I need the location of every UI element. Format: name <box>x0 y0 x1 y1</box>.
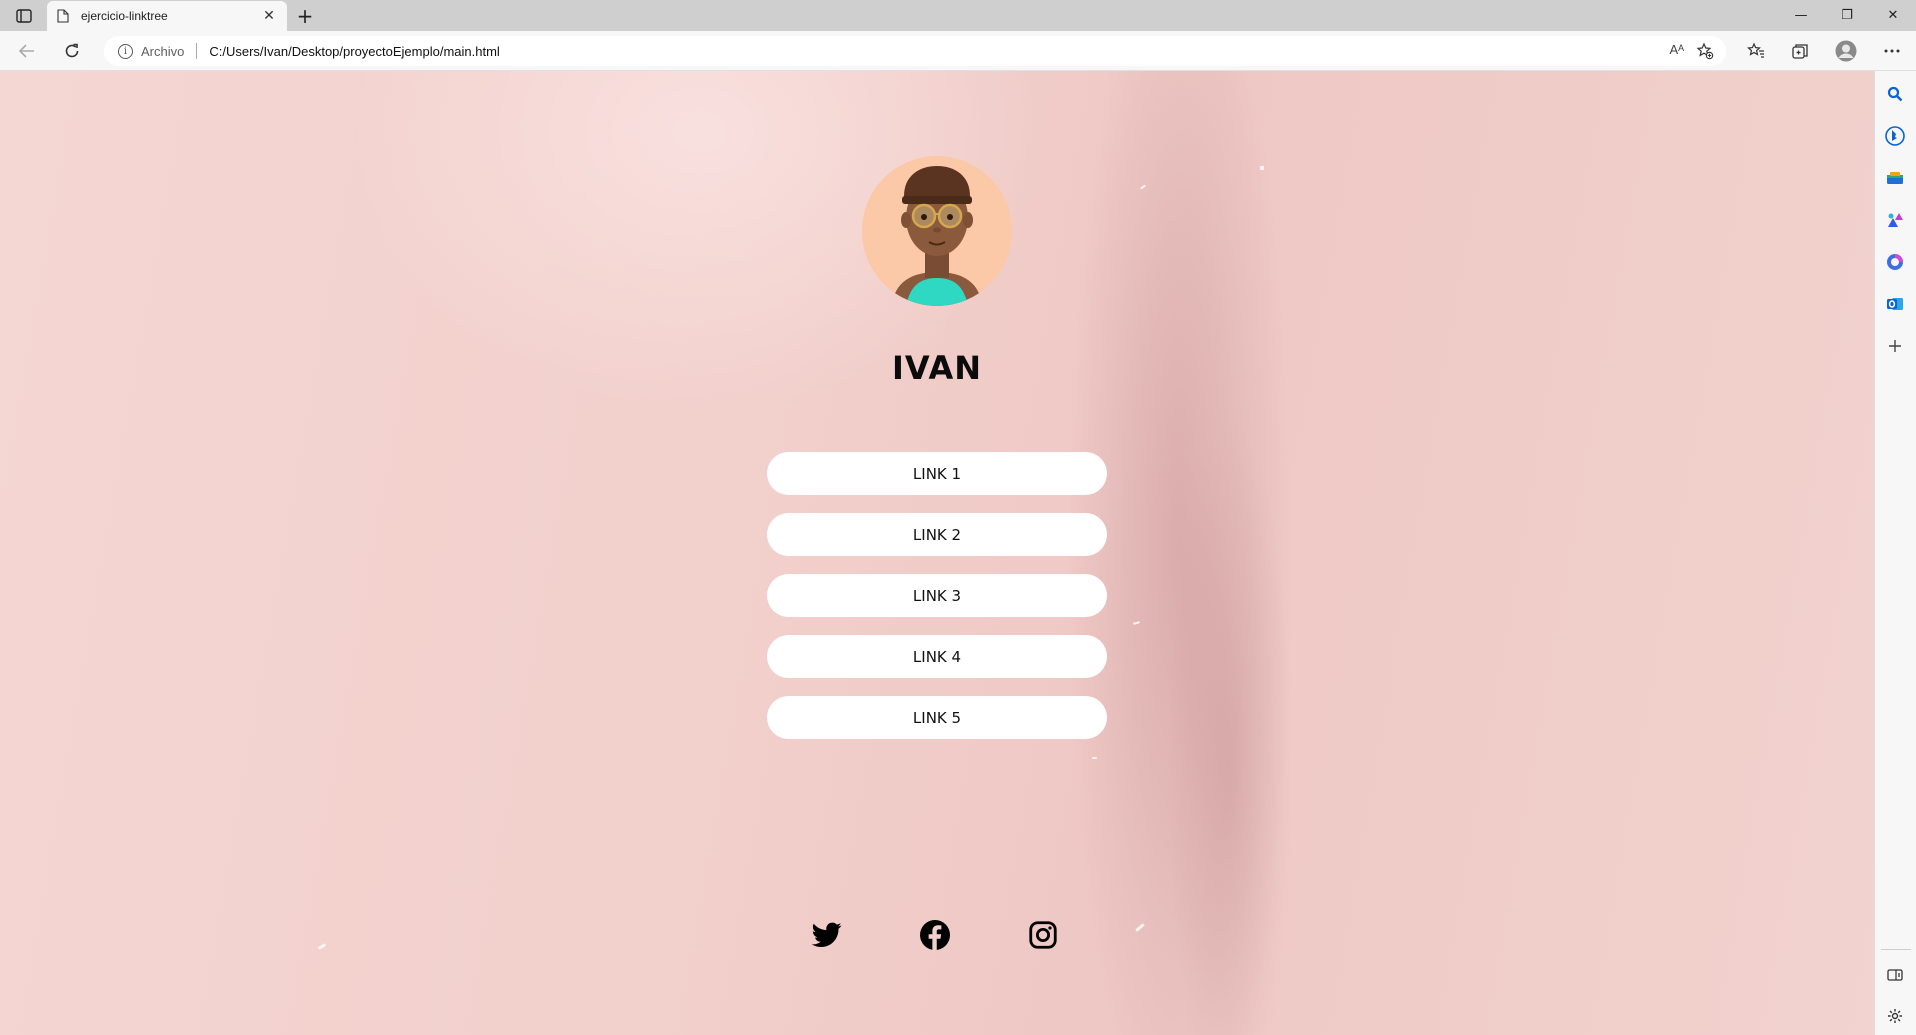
split-screen-icon[interactable] <box>1884 964 1906 986</box>
add-icon[interactable] <box>1884 335 1906 357</box>
tab-actions-icon <box>16 9 32 23</box>
page-viewport: IVAN LINK 1 LINK 2 LINK 3 LINK 4 LINK 5 <box>0 71 1874 1035</box>
omnibox-divider <box>196 43 198 59</box>
link-button-3[interactable]: LINK 3 <box>767 574 1107 617</box>
profile-name: IVAN <box>891 349 983 387</box>
tab-title: ejercicio-linktree <box>81 9 168 23</box>
texture-speck <box>1139 184 1147 190</box>
restore-button[interactable]: ❐ <box>1824 0 1870 31</box>
collections-icon <box>1792 44 1808 59</box>
twitter-icon[interactable] <box>810 918 844 952</box>
window-controls: — ❐ ✕ <box>1778 0 1916 31</box>
favorites-icon <box>1747 42 1764 58</box>
more-icon <box>1884 49 1900 53</box>
back-button[interactable] <box>15 39 39 63</box>
shopping-icon[interactable] <box>1884 167 1906 189</box>
tab-close-icon[interactable]: ✕ <box>261 8 277 24</box>
search-icon[interactable] <box>1884 83 1906 105</box>
games-icon[interactable] <box>1884 209 1906 231</box>
texture-speck <box>1132 621 1141 625</box>
back-arrow-icon <box>18 44 34 58</box>
tab-active[interactable]: ejercicio-linktree ✕ <box>47 1 287 31</box>
minimize-button[interactable]: — <box>1778 0 1824 31</box>
link-button-5[interactable]: LINK 5 <box>767 696 1107 739</box>
address-bar: i Archivo C:/Users/Ivan/Desktop/proyecto… <box>0 31 1916 71</box>
avatar-illustration <box>862 156 1012 306</box>
profile-icon <box>1835 40 1857 62</box>
texture-speck <box>1260 166 1264 170</box>
collections-button[interactable] <box>1788 39 1812 63</box>
close-window-button[interactable]: ✕ <box>1870 0 1916 31</box>
settings-icon[interactable] <box>1884 1005 1906 1027</box>
outlook-icon[interactable] <box>1884 293 1906 315</box>
add-favorite-icon[interactable] <box>1696 42 1714 60</box>
social-links <box>810 918 1064 952</box>
omnibox[interactable]: i Archivo C:/Users/Ivan/Desktop/proyecto… <box>104 36 1726 66</box>
texture-speck <box>317 943 327 950</box>
tab-bar: ejercicio-linktree ✕ + — ❐ ✕ <box>0 0 1916 31</box>
settings-more-button[interactable] <box>1880 39 1904 63</box>
favorites-button[interactable] <box>1744 39 1768 63</box>
refresh-button[interactable] <box>60 39 84 63</box>
new-tab-button[interactable]: + <box>294 4 316 28</box>
refresh-icon <box>65 43 79 58</box>
bing-icon[interactable] <box>1884 125 1906 147</box>
sidebar-divider <box>1881 949 1911 950</box>
info-icon[interactable]: i <box>118 43 133 59</box>
edge-sidebar <box>1874 71 1916 1035</box>
link-button-2[interactable]: LINK 2 <box>767 513 1107 556</box>
avatar <box>862 156 1012 306</box>
profile-button[interactable] <box>1834 39 1858 63</box>
page-icon <box>57 9 69 23</box>
scheme-label: Archivo <box>141 43 185 59</box>
url-text[interactable]: C:/Users/Ivan/Desktop/proyectoEjemplo/ma… <box>209 44 499 59</box>
tab-actions-button[interactable] <box>12 7 36 25</box>
texture-speck <box>1135 923 1145 932</box>
link-button-4[interactable]: LINK 4 <box>767 635 1107 678</box>
facebook-icon[interactable] <box>918 918 952 952</box>
instagram-icon[interactable] <box>1026 918 1060 952</box>
link-button-1[interactable]: LINK 1 <box>767 452 1107 495</box>
read-aloud-icon[interactable]: Aᴬ <box>1669 42 1684 57</box>
office-icon[interactable] <box>1884 251 1906 273</box>
texture-speck <box>1092 757 1097 759</box>
link-list: LINK 1 LINK 2 LINK 3 LINK 4 LINK 5 <box>767 452 1107 757</box>
